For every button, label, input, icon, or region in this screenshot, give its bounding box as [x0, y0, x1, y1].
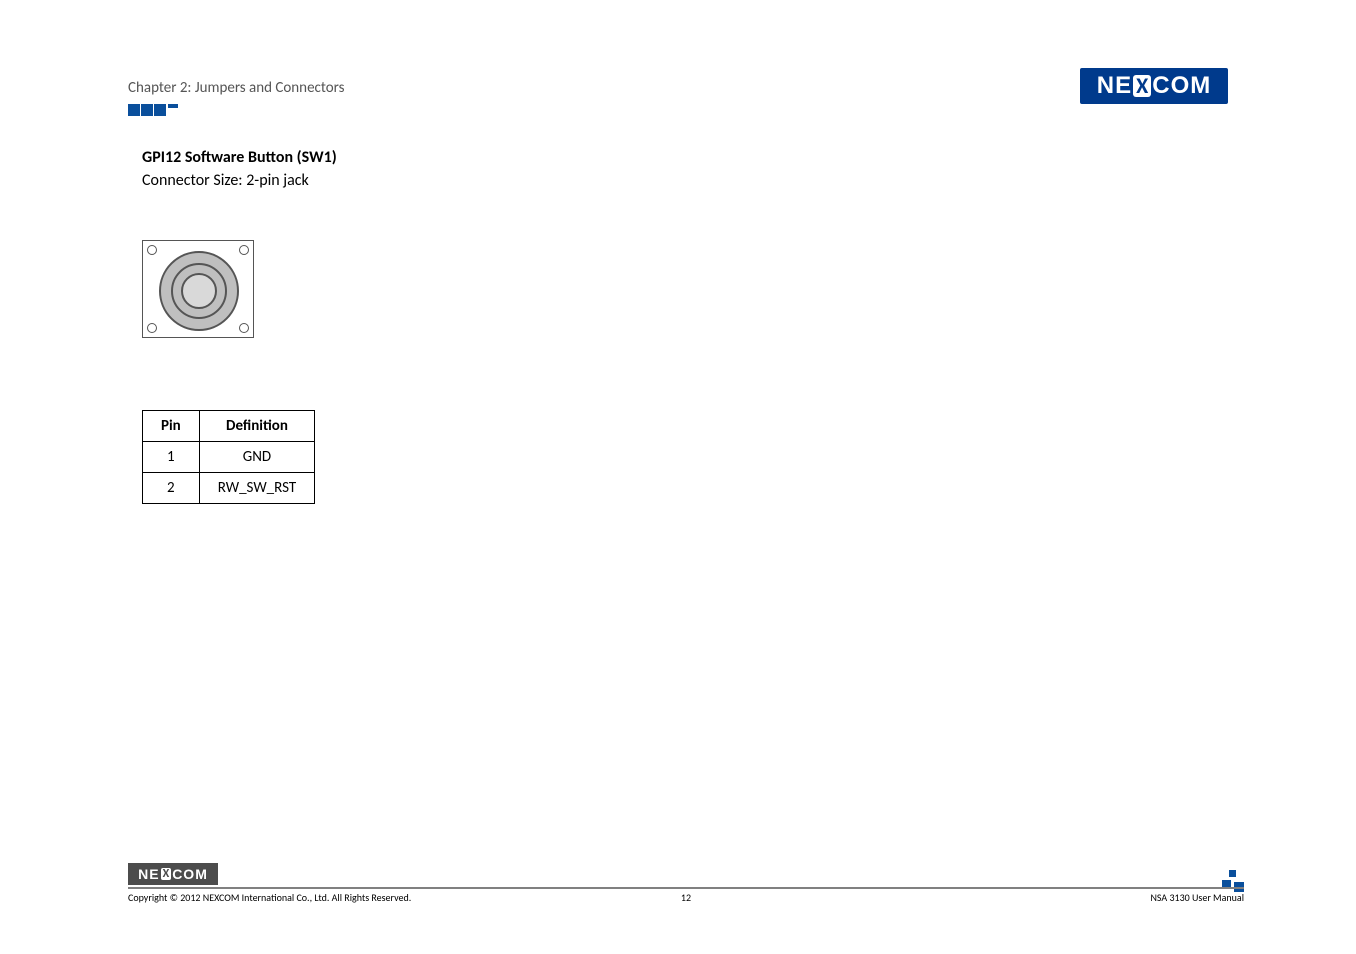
- pin-definition-table: Pin Definition 1 GND 2 RW_SW_RST: [142, 410, 315, 504]
- footer-row: Copyright © 2012 NEXCOM International Co…: [128, 891, 1244, 904]
- content-area: GPI12 Software Button (SW1) Connector Si…: [142, 148, 337, 504]
- screw-hole-icon: [239, 245, 249, 255]
- footer-rule: [128, 887, 1244, 889]
- page-number: 12: [681, 891, 691, 904]
- table-cell-definition: RW_SW_RST: [199, 473, 314, 504]
- button-inner-ring-icon: [181, 273, 217, 309]
- table-header-definition: Definition: [199, 411, 314, 442]
- table-row: 2 RW_SW_RST: [143, 473, 315, 504]
- header: Chapter 2: Jumpers and Connectors: [128, 78, 1228, 97]
- nexcom-logo-top: NEXCOM: [1080, 68, 1228, 104]
- logo-text-x: X: [1133, 75, 1151, 97]
- table-row: 1 GND: [143, 442, 315, 473]
- logo-text-x: X: [161, 868, 172, 880]
- header-rule: [128, 111, 1228, 113]
- screw-hole-icon: [147, 323, 157, 333]
- manual-name: NSA 3130 User Manual: [1150, 891, 1244, 904]
- screw-hole-icon: [239, 323, 249, 333]
- table-cell-pin: 2: [143, 473, 200, 504]
- table-cell-definition: GND: [199, 442, 314, 473]
- footer: NEXCOM Copyright © 2012 NEXCOM Internati…: [128, 863, 1244, 904]
- logo-text-left: NE: [1097, 72, 1132, 100]
- logo-text-left: NE: [138, 866, 159, 882]
- table-cell-pin: 1: [143, 442, 200, 473]
- decor-tick-icon: [168, 104, 178, 108]
- table-header-pin: Pin: [143, 411, 200, 442]
- header-decor-squares: [128, 104, 179, 116]
- section-title: GPI12 Software Button (SW1): [142, 148, 337, 167]
- screw-hole-icon: [147, 245, 157, 255]
- decor-square-icon: [154, 104, 166, 116]
- page: Chapter 2: Jumpers and Connectors NEXCOM…: [0, 0, 1356, 954]
- decor-square-icon: [128, 104, 140, 116]
- chapter-label: Chapter 2: Jumpers and Connectors: [128, 79, 345, 97]
- logo-text-right: COM: [172, 866, 208, 882]
- copyright-text: Copyright © 2012 NEXCOM International Co…: [128, 891, 411, 904]
- logo-text-right: COM: [1152, 72, 1211, 100]
- connector-size-text: Connector Size: 2-pin jack: [142, 171, 337, 190]
- nexcom-logo-bottom: NEXCOM: [128, 863, 218, 885]
- decor-square-icon: [141, 104, 153, 116]
- table-header-row: Pin Definition: [143, 411, 315, 442]
- button-diagram: [142, 240, 254, 338]
